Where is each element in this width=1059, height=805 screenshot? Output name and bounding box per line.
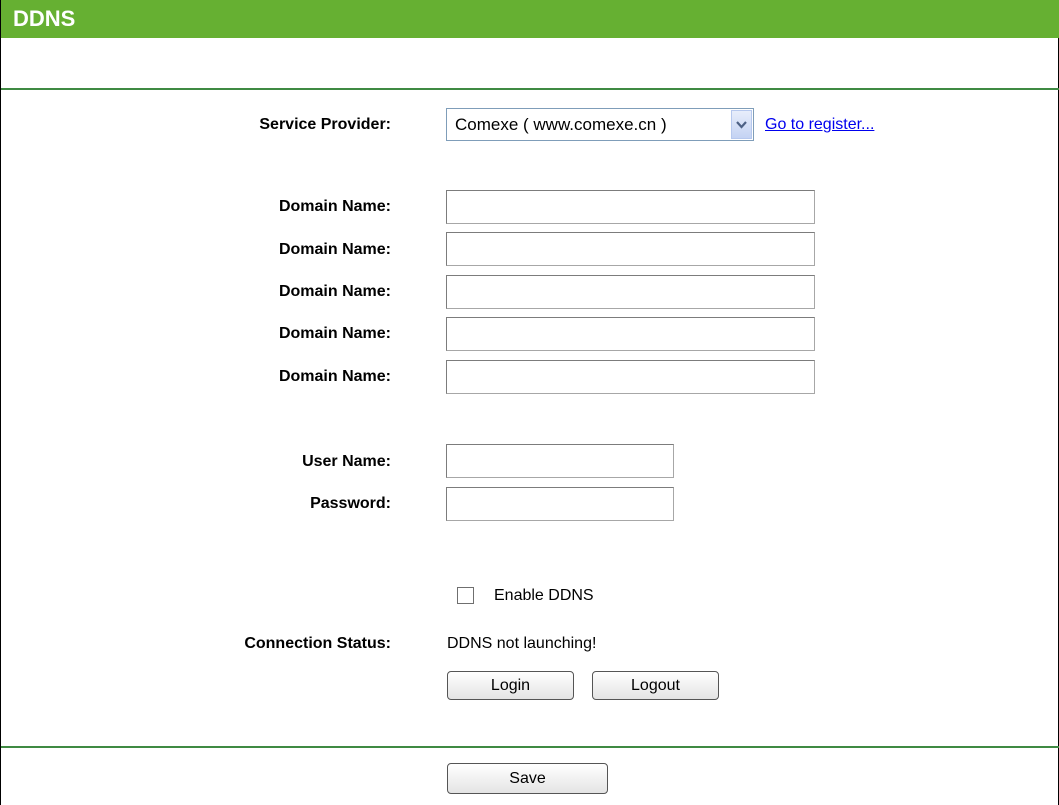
- domain-name-label-1: Domain Name:: [278, 198, 391, 215]
- domain-name-input-2[interactable]: [446, 232, 815, 266]
- connection-status-label: Connection Status:: [244, 635, 391, 652]
- domain-name-label-4: Domain Name:: [278, 325, 391, 342]
- chevron-down-icon[interactable]: [731, 110, 752, 139]
- connection-status-value: DDNS not launching!: [447, 635, 597, 652]
- password-input[interactable]: [446, 487, 674, 521]
- page-title: DDNS: [13, 6, 76, 31]
- domain-name-input-1[interactable]: [446, 190, 815, 224]
- login-button[interactable]: Login: [447, 671, 574, 700]
- domain-name-input-4[interactable]: [446, 317, 815, 351]
- domain-name-input-5[interactable]: [446, 360, 815, 394]
- domain-name-label-2: Domain Name:: [278, 241, 391, 258]
- register-link[interactable]: Go to register...: [765, 115, 874, 135]
- domain-name-input-3[interactable]: [446, 275, 815, 309]
- user-name-label: User Name:: [302, 453, 391, 470]
- service-provider-value: Comexe ( www.comexe.cn ): [455, 115, 667, 134]
- bottom-divider: [1, 746, 1059, 748]
- password-label: Password:: [310, 495, 391, 512]
- domain-name-label-3: Domain Name:: [278, 283, 391, 300]
- enable-ddns-label: Enable DDNS: [494, 587, 594, 604]
- top-divider: [1, 88, 1059, 90]
- ddns-panel: DDNS Service Provider: Comexe ( www.come…: [0, 0, 1059, 805]
- service-provider-select[interactable]: Comexe ( www.comexe.cn ): [446, 108, 754, 141]
- save-button[interactable]: Save: [447, 763, 608, 794]
- enable-ddns-checkbox[interactable]: [457, 587, 474, 604]
- domain-name-label-5: Domain Name:: [278, 368, 391, 385]
- user-name-input[interactable]: [446, 444, 674, 478]
- title-bar: DDNS: [1, 0, 1059, 38]
- service-provider-label: Service Provider:: [259, 116, 391, 133]
- logout-button[interactable]: Logout: [592, 671, 719, 700]
